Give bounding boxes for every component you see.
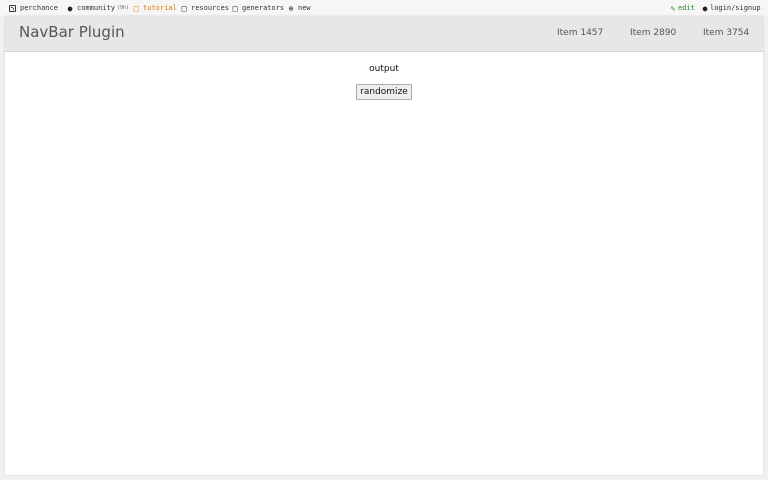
topbar-perchance-link[interactable]: perchance [9, 0, 58, 16]
topbar-new-link[interactable]: ⊕ new [287, 0, 311, 16]
topbar-login-label: login/signup [710, 4, 761, 12]
topbar-generators-label: generators [242, 4, 285, 12]
plus-circle-icon: ⊕ [288, 3, 294, 13]
perchance-topbar: perchance ● community (9h) □ tutorial □ … [0, 0, 768, 16]
output-text: output [369, 64, 399, 74]
topbar-perchance-label: perchance [20, 4, 58, 12]
navbar-item-3754[interactable]: Item 3754 [703, 28, 749, 38]
die-icon [9, 4, 16, 12]
topbar-edit-link[interactable]: ✎ edit [670, 0, 695, 16]
topbar-new-label: new [298, 4, 311, 12]
navbar-item-2890[interactable]: Item 2890 [630, 28, 676, 38]
topbar-edit-label: edit [678, 4, 695, 12]
topbar-resources-label: resources [191, 4, 229, 12]
pencil-icon: ✎ [670, 3, 676, 13]
navbar-brand[interactable]: NavBar Plugin [19, 23, 125, 41]
topbar-tutorial-label: tutorial [143, 4, 177, 12]
user-icon: ● [702, 3, 708, 13]
book-icon: □ [133, 3, 139, 13]
navbar-item-1457[interactable]: Item 1457 [557, 28, 603, 38]
topbar-community-badge: (9h) [116, 5, 129, 11]
randomize-button[interactable]: randomize [356, 84, 412, 100]
grid-icon: □ [232, 3, 238, 13]
navbar: NavBar Plugin Item 1457 Item 2890 Item 3… [5, 16, 763, 52]
topbar-tutorial-link[interactable]: □ tutorial [132, 0, 177, 16]
topbar-community-label: community [77, 4, 115, 12]
topbar-login-link[interactable]: ● login/signup [702, 0, 761, 16]
topbar-generators-link[interactable]: □ generators [231, 0, 285, 16]
topbar-resources-link[interactable]: □ resources [180, 0, 229, 16]
generator-frame: NavBar Plugin Item 1457 Item 2890 Item 3… [5, 16, 763, 475]
people-icon: ● [67, 3, 73, 13]
topbar-community-link[interactable]: ● community (9h) [66, 0, 129, 16]
folder-icon: □ [181, 3, 187, 13]
